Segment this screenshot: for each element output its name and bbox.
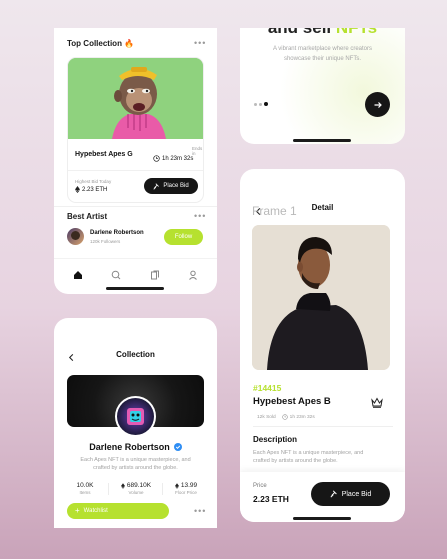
avatar[interactable] xyxy=(67,228,84,245)
nft-name: Hypebest Apes B xyxy=(253,396,331,407)
nft-meta: 12k Sold 1h 23m 32s xyxy=(257,414,315,420)
token-id: #14415 xyxy=(253,383,282,393)
eth-icon xyxy=(174,482,179,489)
description-title: Description xyxy=(253,435,298,444)
page-title: Detail xyxy=(311,203,334,212)
follow-button[interactable]: Follow xyxy=(164,229,203,245)
home-indicator xyxy=(293,517,351,520)
best-artist-title: Best Artist xyxy=(67,212,108,221)
stat-volume-label: Volume xyxy=(128,490,144,495)
clock-icon xyxy=(281,414,288,420)
page-title: Collection xyxy=(116,350,155,359)
search-icon[interactable] xyxy=(111,267,121,285)
highest-bid-value: 2.23 ETH xyxy=(75,186,107,193)
countdown: 1h 23m 32s xyxy=(153,155,193,162)
gavel-icon xyxy=(153,182,160,190)
gavel-icon xyxy=(330,490,337,498)
stat-volume-value: 689.10K xyxy=(116,482,156,489)
profile-icon[interactable] xyxy=(188,267,198,285)
collection-description: Each Apes NFT is a unique masterpiece, a… xyxy=(80,457,191,471)
more-icon[interactable]: ••• xyxy=(194,506,206,516)
highest-bid-label: Highest Bid Today xyxy=(75,179,112,184)
nft-name: Hypebest Apes G xyxy=(75,151,133,158)
stat-items-label: Items xyxy=(79,490,91,495)
crown-icon[interactable] xyxy=(371,395,383,413)
onboarding-headline: and sell NFTs xyxy=(240,28,405,38)
collection-screen: Collection Darlene Robertson Each Apes N… xyxy=(54,318,217,528)
detail-screen: Frame 1 Detail #14415 Hypebest Apes B 12… xyxy=(240,169,405,522)
collection-avatar[interactable] xyxy=(115,396,156,437)
collection-name: Darlene Robertson xyxy=(89,442,170,452)
home-indicator xyxy=(293,139,351,142)
page-indicator xyxy=(254,102,268,106)
more-icon[interactable]: ••• xyxy=(194,38,206,48)
clock-icon xyxy=(153,155,160,162)
collection-icon[interactable] xyxy=(150,267,160,285)
next-button[interactable] xyxy=(365,92,390,117)
verified-icon xyxy=(173,443,182,451)
time-left: 1h 23m 32s xyxy=(289,414,315,420)
onboarding-subtitle: A vibrant marketplace where creators sho… xyxy=(272,46,373,62)
ends-in-label: Ends in xyxy=(192,146,203,156)
artist-followers: 120k Followers xyxy=(90,239,121,244)
place-bid-button[interactable]: Place Bid xyxy=(311,482,390,506)
price-label: Price xyxy=(253,483,267,489)
place-bid-button[interactable]: Place Bid xyxy=(144,178,198,194)
home-screen: Top Collection 🔥 ••• Hypebest Apes G End… xyxy=(54,28,217,294)
home-indicator xyxy=(106,287,164,290)
stat-items-value: 10.0K xyxy=(76,482,94,489)
fire-icon: 🔥 xyxy=(124,39,135,48)
nft-image xyxy=(252,225,390,370)
price-value: 2.23 ETH xyxy=(253,494,289,504)
top-collection-title: Top Collection 🔥 xyxy=(67,39,135,48)
onboarding-screen: and sell NFTs A vibrant marketplace wher… xyxy=(240,28,405,144)
artist-name: Darlene Robertson xyxy=(90,230,144,236)
nft-image xyxy=(68,58,203,139)
stat-floor-label: Floor Price xyxy=(175,490,197,495)
plus-icon: + xyxy=(75,506,80,515)
bid-footer: Price 2.23 ETH Place Bid xyxy=(240,472,405,522)
eth-icon xyxy=(120,482,125,489)
stat-floor-value: 13.99 xyxy=(167,482,205,489)
watchlist-button[interactable]: + Watchlist xyxy=(67,503,169,519)
arrow-right-icon xyxy=(374,101,382,108)
eth-icon xyxy=(75,186,80,193)
more-icon[interactable]: ••• xyxy=(194,211,206,221)
nft-card[interactable]: Hypebest Apes G Ends in 1h 23m 32s Highe… xyxy=(67,57,204,203)
home-icon[interactable] xyxy=(73,267,83,285)
sold-count: 12k Sold xyxy=(257,414,276,420)
description-text: Each Apes NFT is a unique masterpiece, a… xyxy=(253,450,364,464)
collection-name-row: Darlene Robertson xyxy=(54,442,217,452)
